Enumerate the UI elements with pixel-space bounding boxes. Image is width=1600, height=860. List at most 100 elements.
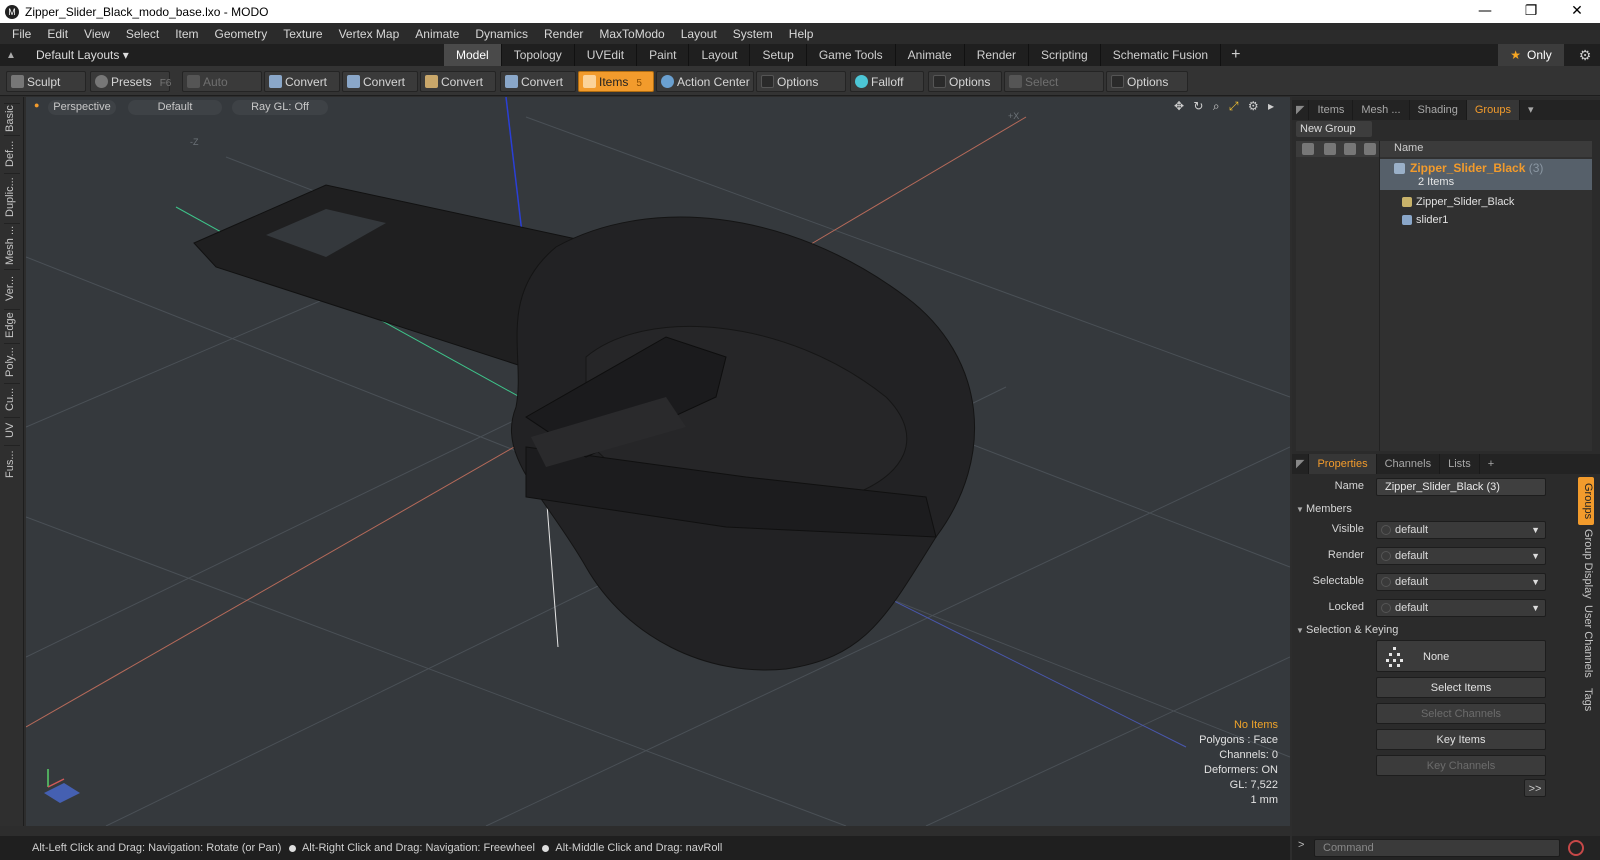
select-items-button[interactable]: Select Items <box>1376 677 1546 698</box>
members-section[interactable]: ▼ Members <box>1296 500 1352 518</box>
auto-select-button[interactable]: Auto Select <box>182 71 262 110</box>
panel-menu-icon[interactable]: ◤ <box>1292 100 1310 120</box>
menu-texture[interactable]: Texture <box>275 27 330 41</box>
tab-animate[interactable]: Animate <box>896 44 965 66</box>
group-row-selected[interactable]: Zipper_Slider_Black (3) 2 Items <box>1380 159 1592 190</box>
tab-mesh[interactable]: Mesh ... <box>1353 100 1410 120</box>
command-input[interactable]: Command <box>1314 839 1560 857</box>
vtab-uv[interactable]: UV <box>4 417 20 443</box>
options-button-3[interactable]: Options <box>1106 71 1188 92</box>
tab-model[interactable]: Model <box>444 44 502 66</box>
gear-icon[interactable]: ⚙ <box>1574 44 1596 66</box>
selection-keying-section[interactable]: ▼ Selection & Keying <box>1296 621 1398 639</box>
tab-setup[interactable]: Setup <box>750 44 807 66</box>
menu-edit[interactable]: Edit <box>39 27 76 41</box>
key-items-button[interactable]: Key Items <box>1376 729 1546 750</box>
menu-vertex-map[interactable]: Vertex Map <box>331 27 408 41</box>
side-tab-tags[interactable]: Tags <box>1578 683 1594 717</box>
shading-dropdown[interactable]: Default <box>128 100 222 115</box>
tab-paint[interactable]: Paint <box>637 44 690 66</box>
tab-properties[interactable]: Properties <box>1309 454 1377 474</box>
tab-layout[interactable]: Layout <box>689 44 751 66</box>
menu-animate[interactable]: Animate <box>407 27 467 41</box>
tree-row-slider1[interactable]: slider1 <box>1380 212 1592 229</box>
tab-uvedit[interactable]: UVEdit <box>575 44 638 66</box>
more-button[interactable]: >> <box>1524 779 1546 797</box>
side-tab-group-display[interactable]: Group Display <box>1578 529 1594 599</box>
key-channels-button[interactable]: Key Channels <box>1376 755 1546 776</box>
panel-menu-icon[interactable]: ◤ <box>1292 454 1310 474</box>
tab-lists[interactable]: Lists <box>1440 454 1480 474</box>
locked-dropdown[interactable]: default ▼ <box>1376 599 1546 617</box>
items-mode-button[interactable]: Items 5 <box>578 71 654 92</box>
default-layouts-dropdown[interactable]: Default Layouts ▾ <box>22 48 442 62</box>
menu-maxtomodo[interactable]: MaxToModo <box>591 27 672 41</box>
add-tab-button[interactable]: + <box>1221 44 1250 66</box>
3d-viewport[interactable]: -Z +X ● Perspective Default Ray GL: Off … <box>26 97 1290 826</box>
none-button[interactable]: None <box>1376 640 1546 672</box>
tab-channels[interactable]: Channels <box>1377 454 1441 474</box>
tab-topology[interactable]: Topology <box>502 44 575 66</box>
vtab-edge[interactable]: Edge <box>4 309 20 341</box>
zoom-icon[interactable]: ⌕ <box>1213 99 1220 113</box>
menu-help[interactable]: Help <box>781 27 822 41</box>
menu-dynamics[interactable]: Dynamics <box>467 27 536 41</box>
convert-button-2[interactable]: Convert <box>342 71 418 92</box>
menu-system[interactable]: System <box>725 27 781 41</box>
tab-game-tools[interactable]: Game Tools <box>807 44 896 66</box>
view-type-dropdown[interactable]: Perspective <box>48 100 116 115</box>
tab-shading[interactable]: Shading <box>1410 100 1467 120</box>
tab-items[interactable]: Items <box>1309 100 1354 120</box>
viewport-menu-dot-icon[interactable]: ● <box>34 100 39 110</box>
side-tab-user-channels[interactable]: User Channels <box>1578 603 1594 679</box>
menu-layout[interactable]: Layout <box>673 27 725 41</box>
sculpt-button[interactable]: Sculpt <box>6 71 86 92</box>
tab-scripting[interactable]: Scripting <box>1029 44 1101 66</box>
maximize-icon[interactable]: ⤢ <box>1229 99 1239 113</box>
viewport-gear-icon[interactable]: ⚙ <box>1248 99 1259 113</box>
visible-dropdown[interactable]: default ▼ <box>1376 521 1546 539</box>
tabs-dropdown-icon[interactable]: ▾ <box>1520 100 1542 120</box>
name-input[interactable]: Zipper_Slider_Black (3) <box>1376 478 1546 496</box>
select-channels-button[interactable]: Select Channels <box>1376 703 1546 724</box>
render-dropdown[interactable]: default ▼ <box>1376 547 1546 565</box>
convert-button-4[interactable]: Convert <box>500 71 576 92</box>
tab-schematic-fusion[interactable]: Schematic Fusion <box>1101 44 1222 66</box>
vtab-vertex[interactable]: Ver... <box>4 269 20 307</box>
minimize-button[interactable]: — <box>1462 0 1508 23</box>
record-macro-icon[interactable] <box>1568 840 1584 856</box>
vtab-deform[interactable]: Def... <box>4 135 20 171</box>
rotate-icon[interactable]: ↻ <box>1193 99 1203 113</box>
menu-render[interactable]: Render <box>536 27 591 41</box>
tab-render[interactable]: Render <box>965 44 1030 66</box>
only-button[interactable]: ★ Only <box>1498 44 1564 66</box>
options-button-1[interactable]: Options <box>756 71 846 92</box>
tree-row-mesh[interactable]: Zipper_Slider_Black <box>1380 194 1592 211</box>
pan-icon[interactable]: ✥ <box>1174 99 1184 113</box>
convert-button-1[interactable]: Convert <box>264 71 340 92</box>
presets-button[interactable]: Presets F6 <box>90 71 171 92</box>
new-group-button[interactable]: New Group <box>1296 121 1372 137</box>
vtab-fusion[interactable]: Fus... <box>4 445 20 483</box>
raygl-toggle[interactable]: Ray GL: Off <box>232 100 328 115</box>
menu-view[interactable]: View <box>76 27 118 41</box>
convert-button-3[interactable]: Convert <box>420 71 496 92</box>
menu-file[interactable]: File <box>4 27 39 41</box>
restore-button[interactable]: ❐ <box>1508 0 1554 23</box>
menu-select[interactable]: Select <box>118 27 167 41</box>
selectable-dropdown[interactable]: default ▼ <box>1376 573 1546 591</box>
select-through-button[interactable]: Select Through <box>1004 71 1104 110</box>
vtab-polygon[interactable]: Poly... <box>4 343 20 381</box>
menu-item[interactable]: Item <box>167 27 206 41</box>
action-center-button[interactable]: Action Center <box>656 71 754 92</box>
vtab-duplicate[interactable]: Duplic... <box>4 173 20 221</box>
vtab-basic[interactable]: Basic <box>4 103 20 133</box>
close-button[interactable]: ✕ <box>1554 0 1600 23</box>
tab-groups[interactable]: Groups <box>1466 100 1520 120</box>
expand-arrow-icon[interactable]: ▸ <box>1268 99 1274 113</box>
vtab-mesh[interactable]: Mesh ... <box>4 223 20 267</box>
menu-geometry[interactable]: Geometry <box>207 27 276 41</box>
side-tab-groups[interactable]: Groups <box>1578 477 1594 525</box>
options-button-2[interactable]: Options <box>928 71 1002 92</box>
add-panel-tab-button[interactable]: + <box>1480 454 1502 474</box>
